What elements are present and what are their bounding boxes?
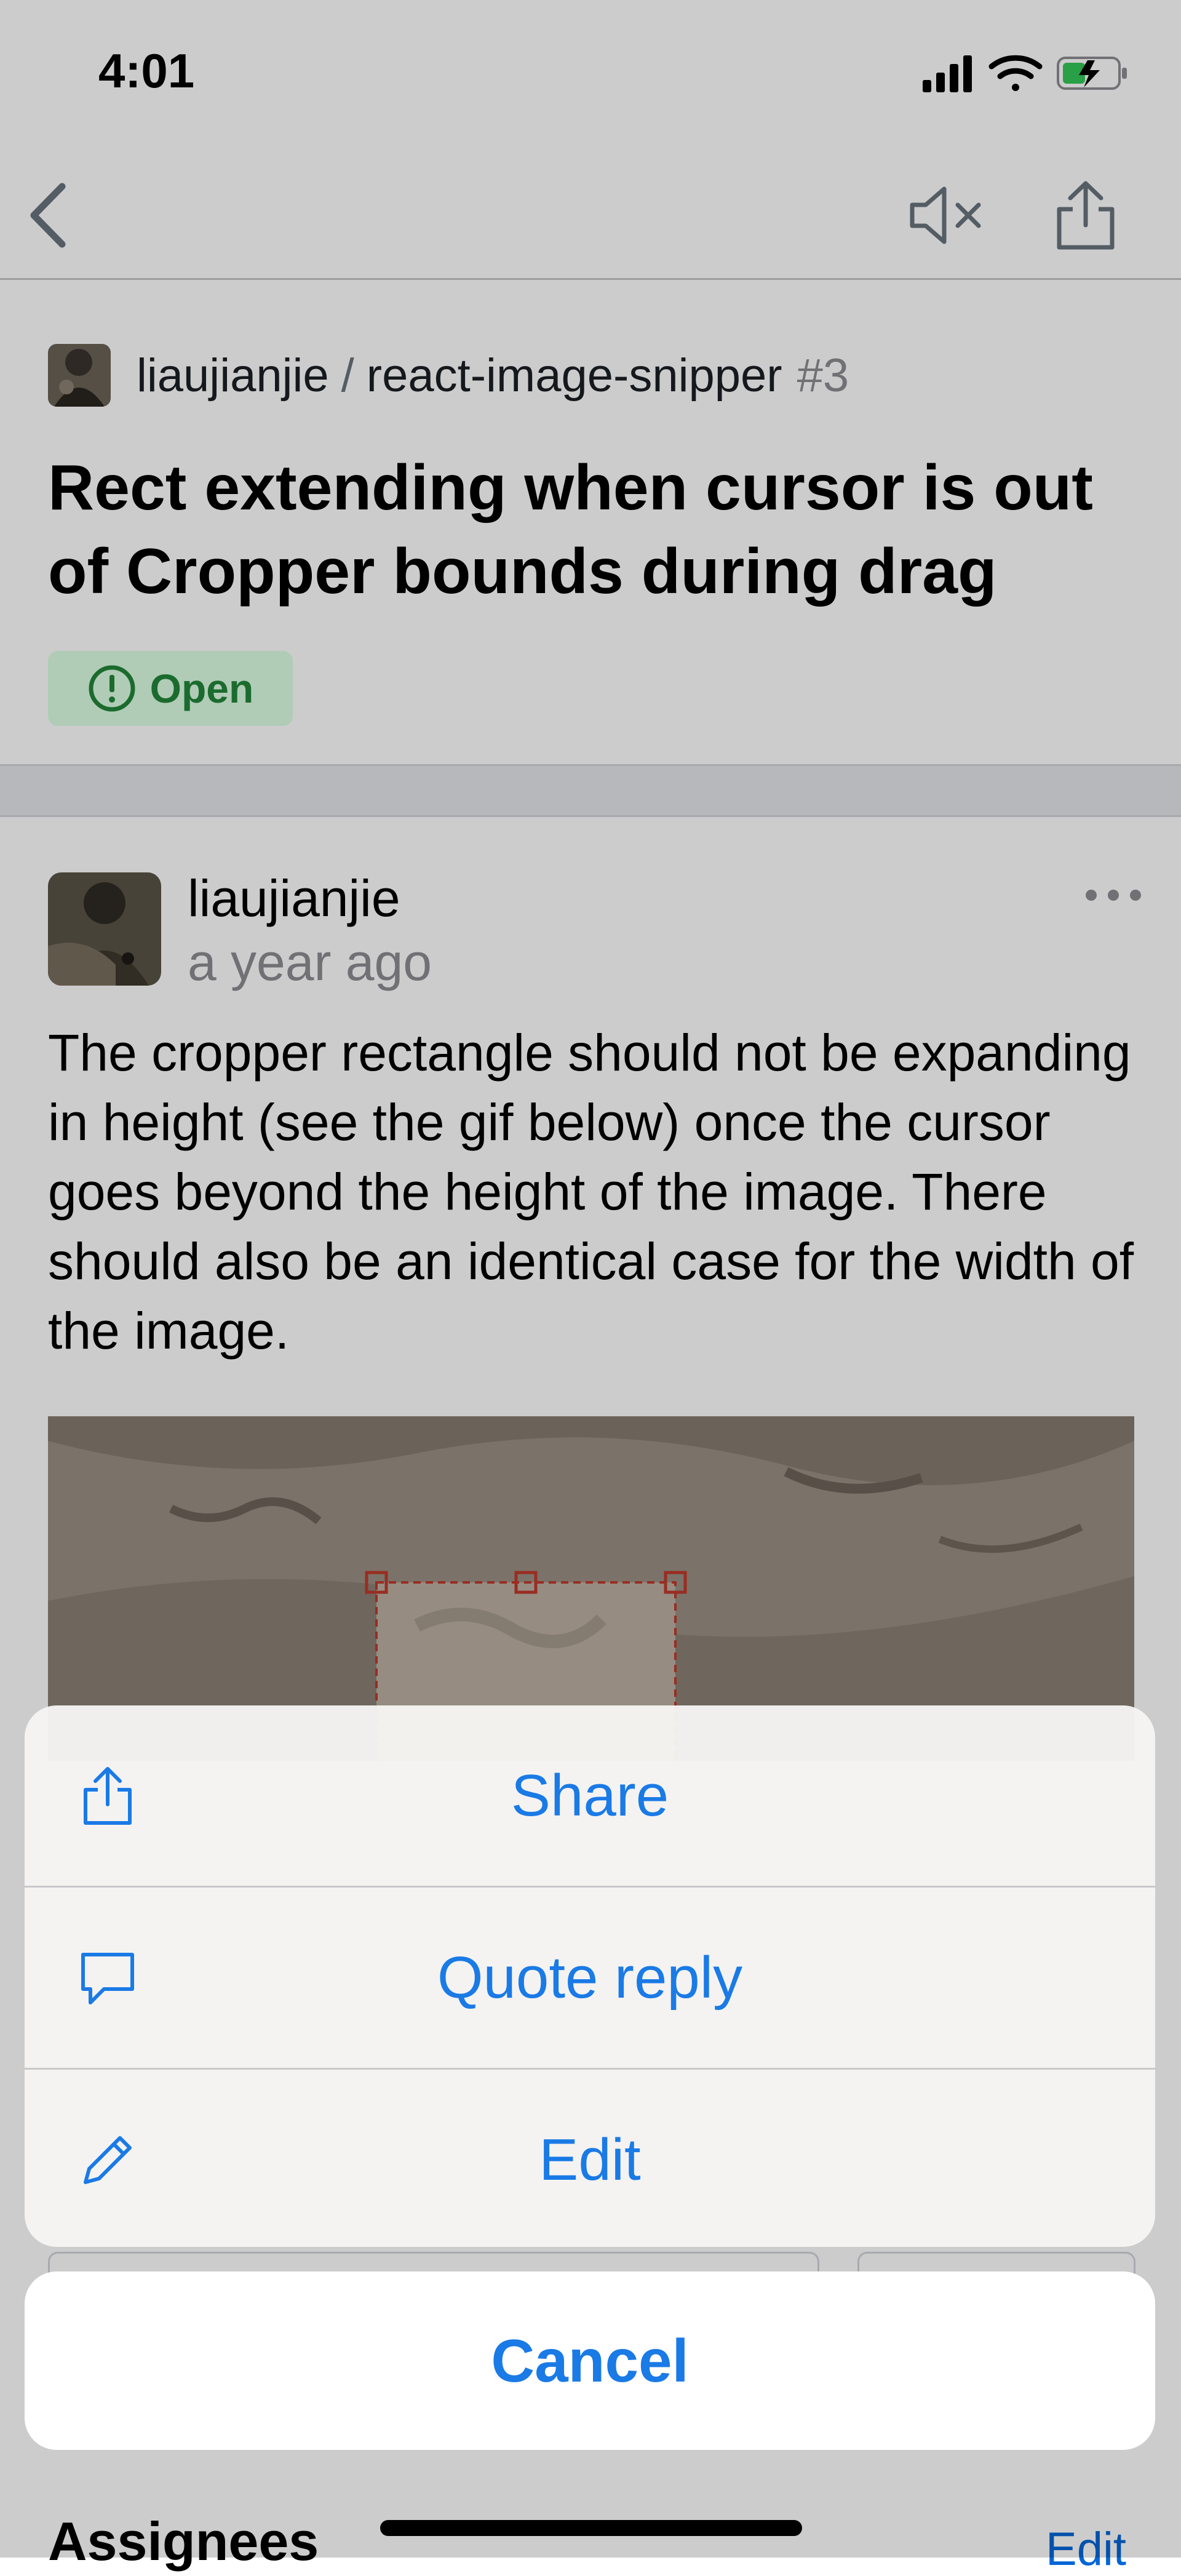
- action-sheet: Share Quote reply Edit: [25, 1705, 1155, 2247]
- home-indicator[interactable]: [380, 2520, 802, 2536]
- quote-reply-action[interactable]: Quote reply: [25, 1886, 1155, 2068]
- share-action[interactable]: Share: [25, 1705, 1155, 1886]
- pencil-icon: [74, 2126, 141, 2194]
- share-action-label: Share: [511, 1762, 669, 1828]
- cancel-button[interactable]: Cancel: [25, 2271, 1155, 2450]
- comment-icon: [74, 1944, 141, 2012]
- edit-action[interactable]: Edit: [25, 2068, 1155, 2247]
- share-icon: [74, 1762, 141, 1830]
- quote-reply-action-label: Quote reply: [437, 1944, 743, 2011]
- edit-action-label: Edit: [539, 2126, 641, 2193]
